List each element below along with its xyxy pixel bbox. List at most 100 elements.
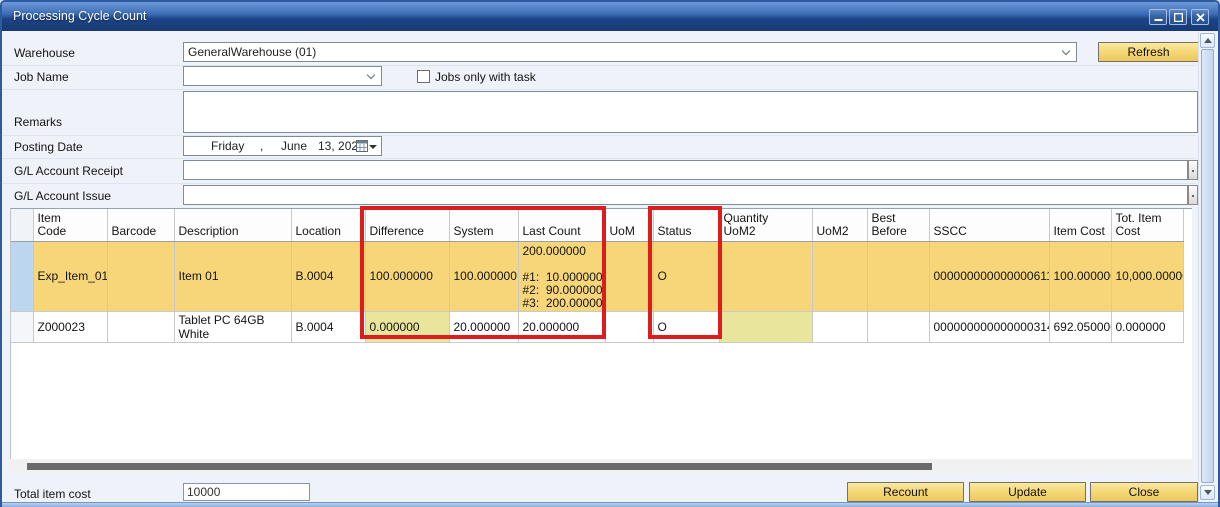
cell-uom2[interactable] bbox=[812, 311, 867, 342]
jobs-only-with-task-checkbox[interactable] bbox=[417, 70, 430, 83]
cell-quantity-uom2[interactable] bbox=[719, 241, 812, 311]
gl-issue-browse-button[interactable] bbox=[1188, 185, 1198, 205]
cell-sscc[interactable]: 000000000000000611 bbox=[929, 241, 1049, 311]
remarks-label: Remarks bbox=[14, 115, 62, 129]
cell-uom[interactable] bbox=[605, 311, 653, 342]
scroll-up-button[interactable] bbox=[1200, 33, 1215, 48]
table-row: Exp_Item_01 Item 01 B.0004 100.000000 10… bbox=[11, 241, 1183, 311]
cell-best-before[interactable] bbox=[867, 311, 929, 342]
cell-system[interactable]: 100.000000 bbox=[449, 241, 518, 311]
minimize-button[interactable] bbox=[1149, 9, 1167, 25]
column-header-description[interactable]: Description bbox=[174, 209, 291, 241]
column-header-difference[interactable]: Difference bbox=[365, 209, 449, 241]
last-count-detail-2: #2: 90.000000 bbox=[523, 284, 601, 297]
cell-item-cost[interactable]: 100.000000 bbox=[1049, 241, 1111, 311]
cell-description[interactable]: Tablet PC 64GB White bbox=[174, 311, 291, 342]
arrow-down-icon bbox=[1204, 490, 1212, 495]
date-separator: , bbox=[260, 139, 263, 153]
cell-description[interactable]: Item 01 bbox=[174, 241, 291, 311]
close-button[interactable]: Close bbox=[1090, 482, 1198, 502]
cell-location[interactable]: B.0004 bbox=[291, 241, 365, 311]
grid-header-row: Item Code Barcode Description Location D… bbox=[11, 209, 1183, 241]
job-name-label: Job Name bbox=[14, 70, 69, 84]
cell-sscc[interactable]: 000000000000000314 bbox=[929, 311, 1049, 342]
browse-dot-icon bbox=[1192, 195, 1194, 197]
divider bbox=[2, 183, 1196, 184]
cell-last-count[interactable]: 200.000000 #1: 10.000000 #2: 90.000000 #… bbox=[518, 241, 605, 311]
last-count-detail-3: #3: 200.000000 bbox=[523, 297, 601, 310]
total-item-cost-input[interactable] bbox=[183, 483, 310, 501]
close-icon bbox=[1196, 13, 1205, 22]
cell-item-cost[interactable]: 692.050000 bbox=[1049, 311, 1111, 342]
cell-last-count[interactable]: 20.000000 bbox=[518, 311, 605, 342]
column-header-status[interactable]: Status bbox=[653, 209, 719, 241]
cell-barcode[interactable] bbox=[107, 241, 174, 311]
column-header-tot-item-cost[interactable]: Tot. Item Cost bbox=[1111, 209, 1183, 241]
scroll-down-button[interactable] bbox=[1200, 485, 1215, 500]
column-header-last-count[interactable]: Last Count bbox=[518, 209, 605, 241]
column-header-system[interactable]: System bbox=[449, 209, 518, 241]
cell-uom2[interactable] bbox=[812, 241, 867, 311]
posting-date-label: Posting Date bbox=[14, 140, 83, 154]
column-header-location[interactable]: Location bbox=[291, 209, 365, 241]
refresh-button[interactable]: Refresh bbox=[1098, 42, 1199, 62]
row-selector-header[interactable] bbox=[11, 209, 33, 241]
cell-location[interactable]: B.0004 bbox=[291, 311, 365, 342]
cell-item-code[interactable]: Exp_Item_01 bbox=[33, 241, 107, 311]
cell-difference[interactable]: 0.000000 bbox=[365, 311, 449, 342]
title-bar: Processing Cycle Count bbox=[2, 2, 1218, 31]
gl-account-issue-input[interactable] bbox=[183, 185, 1188, 205]
chevron-down-icon bbox=[367, 71, 375, 79]
cell-best-before[interactable] bbox=[867, 241, 929, 311]
cell-tot-item-cost[interactable]: 10,000.000000 bbox=[1111, 241, 1183, 311]
row-selector-cell[interactable] bbox=[11, 241, 33, 311]
maximize-button[interactable] bbox=[1169, 9, 1187, 25]
job-name-combobox[interactable] bbox=[183, 66, 382, 86]
cycle-count-grid: Item Code Barcode Description Location D… bbox=[10, 208, 1192, 459]
chevron-down-icon bbox=[1062, 47, 1070, 55]
calendar-icon[interactable] bbox=[356, 140, 368, 152]
column-header-item-cost[interactable]: Item Cost bbox=[1049, 209, 1111, 241]
vertical-scrollbar[interactable] bbox=[1198, 32, 1215, 502]
cell-quantity-uom2[interactable] bbox=[719, 311, 812, 342]
warehouse-value: GeneralWarehouse (01) bbox=[188, 45, 316, 59]
column-header-sscc[interactable]: SSCC bbox=[929, 209, 1049, 241]
remarks-textarea[interactable] bbox=[183, 91, 1198, 133]
window-bottom-border bbox=[2, 502, 1218, 507]
recount-button[interactable]: Recount bbox=[847, 482, 964, 502]
cell-difference[interactable]: 100.000000 bbox=[365, 241, 449, 311]
warehouse-label: Warehouse bbox=[14, 46, 75, 60]
row-selector-cell[interactable] bbox=[11, 311, 33, 342]
gl-receipt-browse-button[interactable] bbox=[1188, 160, 1198, 180]
last-count-total: 200.000000 bbox=[523, 245, 601, 258]
jobs-only-with-task-label: Jobs only with task bbox=[435, 70, 536, 84]
cell-barcode[interactable] bbox=[107, 311, 174, 342]
close-window-button[interactable] bbox=[1191, 9, 1209, 25]
processing-cycle-count-window: Processing Cycle Count Warehouse General… bbox=[0, 0, 1220, 507]
divider bbox=[2, 135, 1196, 136]
maximize-icon bbox=[1174, 13, 1183, 22]
warehouse-combobox[interactable]: GeneralWarehouse (01) bbox=[183, 42, 1077, 62]
column-header-uom2[interactable]: UoM2 bbox=[812, 209, 867, 241]
gl-account-issue-label: G/L Account Issue bbox=[14, 189, 111, 203]
cell-status[interactable]: O bbox=[653, 241, 719, 311]
last-count-detail-1: #1: 10.000000 bbox=[523, 271, 601, 284]
horizontal-scrollbar[interactable] bbox=[10, 460, 1192, 473]
date-dropdown-arrow-icon[interactable] bbox=[369, 145, 377, 149]
posting-date-picker[interactable]: Friday , June 13, 2025 bbox=[183, 136, 382, 156]
cell-system[interactable]: 20.000000 bbox=[449, 311, 518, 342]
cell-tot-item-cost[interactable]: 0.000000 bbox=[1111, 311, 1183, 342]
column-header-uom[interactable]: UoM bbox=[605, 209, 653, 241]
cell-item-code[interactable]: Z000023 bbox=[33, 311, 107, 342]
column-header-best-before[interactable]: Best Before bbox=[867, 209, 929, 241]
column-header-quantity-uom2[interactable]: Quantity UoM2 bbox=[719, 209, 812, 241]
cell-status[interactable]: O bbox=[653, 311, 719, 342]
horizontal-scrollbar-thumb[interactable] bbox=[27, 463, 932, 470]
column-header-barcode[interactable]: Barcode bbox=[107, 209, 174, 241]
update-button[interactable]: Update bbox=[969, 482, 1086, 502]
vertical-scrollbar-thumb[interactable] bbox=[1201, 49, 1214, 483]
total-item-cost-label: Total item cost bbox=[14, 487, 91, 501]
cell-uom[interactable] bbox=[605, 241, 653, 311]
gl-account-receipt-input[interactable] bbox=[183, 160, 1188, 180]
column-header-item-code[interactable]: Item Code bbox=[33, 209, 107, 241]
